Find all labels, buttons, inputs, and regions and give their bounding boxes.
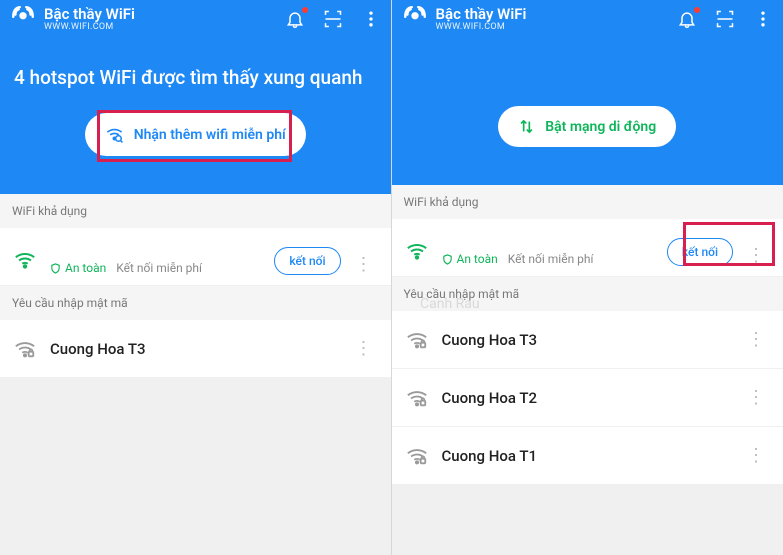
page-headline: 4 hotspot WiFi được tìm thấy xung quanh	[0, 38, 391, 113]
wifi-list: WiFi khả dụng An toàn Kết nối miễn phí k…	[392, 185, 783, 485]
wifi-row[interactable]: Cuong Hoa T3 ⋮	[392, 311, 783, 369]
wifi-row[interactable]: Cuong Hoa T3 ⋮	[0, 320, 391, 378]
wifi-list: WiFi khả dụng An toàn Kết nối miễn phí k…	[0, 194, 391, 378]
wifi-lock-icon	[12, 338, 38, 360]
wifi-lock-icon	[404, 445, 430, 467]
more-vert-icon[interactable]	[361, 9, 381, 29]
app-title: Bậc thầy WiFi	[436, 6, 527, 23]
get-more-wifi-button[interactable]: Nhận thêm wifi miễn phí	[85, 113, 306, 156]
wifi-row[interactable]: Cuong Hoa T1 ⋮	[392, 427, 783, 485]
section-password: Yêu cầu nhập mật mã	[392, 277, 783, 311]
network-name: Cuong Hoa T2	[442, 389, 734, 407]
more-vert-icon[interactable]: ⋮	[341, 338, 379, 359]
wifi-row[interactable]: Cuong Hoa T2 ⋮	[392, 369, 783, 427]
wifi-row-safe[interactable]: An toàn Kết nối miễn phí kết nối ⋮	[392, 219, 783, 277]
app-logo: Bậc thầy WiFi WWW.WIFI.COM	[402, 6, 527, 32]
safe-label: An toàn	[50, 261, 106, 275]
wifi-signal-icon	[404, 240, 430, 262]
bell-icon[interactable]	[285, 9, 305, 29]
network-name: Cuong Hoa T1	[442, 447, 734, 465]
safe-label: An toàn	[442, 252, 498, 266]
network-name: Cuong Hoa T3	[442, 331, 734, 349]
topbar: Bậc thầy WiFi WWW.WIFI.COM	[0, 0, 391, 38]
notification-dot-icon	[302, 7, 308, 13]
header: Bậc thầy WiFi WWW.WIFI.COM	[392, 0, 783, 185]
scan-icon[interactable]	[323, 9, 343, 29]
more-vert-icon[interactable]: ⋮	[733, 445, 771, 466]
empty-area	[392, 485, 783, 555]
data-arrows-icon	[518, 118, 535, 135]
screen-right: Bậc thầy WiFi WWW.WIFI.COM	[392, 0, 783, 555]
connect-button[interactable]: kết nối	[667, 238, 733, 266]
section-password: Yêu cầu nhập mật mã	[0, 286, 391, 320]
network-name: Cuong Hoa T3	[50, 340, 341, 358]
topbar: Bậc thầy WiFi WWW.WIFI.COM	[392, 0, 783, 38]
empty-area	[0, 378, 391, 555]
more-vert-icon[interactable]: ⋮	[733, 245, 771, 266]
wifi-broadcast-icon	[10, 6, 36, 32]
wifi-lock-icon	[404, 329, 430, 351]
wifi-broadcast-icon	[402, 6, 428, 32]
notification-dot-icon	[694, 7, 700, 13]
screen-left: Bậc thầy WiFi WWW.WIFI.COM 4 hotspot WiF…	[0, 0, 392, 555]
wifi-signal-icon	[12, 249, 38, 271]
connect-button[interactable]: kết nối	[274, 247, 340, 275]
section-available: WiFi khả dụng	[392, 185, 783, 219]
app-title: Bậc thầy WiFi	[44, 6, 135, 23]
enable-mobile-data-button[interactable]: Bật mạng di động	[498, 106, 676, 147]
bell-icon[interactable]	[677, 9, 697, 29]
app-logo: Bậc thầy WiFi WWW.WIFI.COM	[10, 6, 135, 32]
wifi-search-icon	[105, 125, 124, 144]
cta-label: Nhận thêm wifi miễn phí	[134, 127, 286, 143]
app-subtitle: WWW.WIFI.COM	[44, 23, 135, 33]
free-connect-label: Kết nối miễn phí	[508, 252, 594, 266]
more-vert-icon[interactable]: ⋮	[341, 254, 379, 275]
section-available: WiFi khả dụng	[0, 194, 391, 228]
cta-label: Bật mạng di động	[545, 119, 656, 135]
more-vert-icon[interactable]: ⋮	[733, 329, 771, 350]
more-vert-icon[interactable]	[753, 9, 773, 29]
free-connect-label: Kết nối miễn phí	[116, 261, 202, 275]
header: Bậc thầy WiFi WWW.WIFI.COM 4 hotspot WiF…	[0, 0, 391, 194]
wifi-row-safe[interactable]: An toàn Kết nối miễn phí kết nối ⋮	[0, 228, 391, 286]
scan-icon[interactable]	[715, 9, 735, 29]
more-vert-icon[interactable]: ⋮	[733, 387, 771, 408]
wifi-lock-icon	[404, 387, 430, 409]
app-subtitle: WWW.WIFI.COM	[436, 23, 527, 33]
